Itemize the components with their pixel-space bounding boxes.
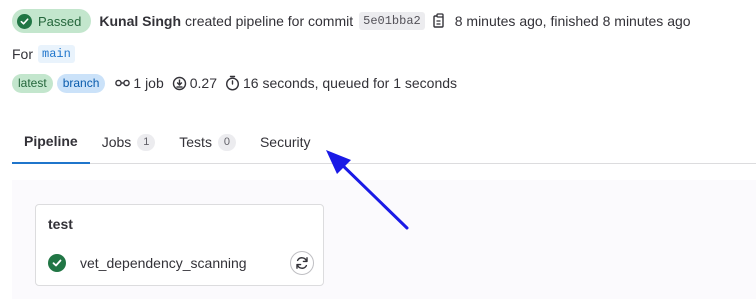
stage-title: test <box>48 216 73 232</box>
branch-link[interactable]: main <box>38 45 75 63</box>
tab-tests[interactable]: Tests 0 <box>167 120 248 164</box>
action-text: created pipeline for commit <box>185 13 354 29</box>
tab-label: Jobs <box>101 134 132 150</box>
check-circle-icon <box>17 13 32 29</box>
jobs-count-badge: 1 <box>137 133 156 151</box>
author-link[interactable]: Kunal Singh <box>99 13 181 29</box>
latest-badge[interactable]: latest <box>12 73 53 93</box>
tab-label: Pipeline <box>24 133 78 149</box>
status-label: Passed <box>38 13 82 29</box>
stage-card: test vet_dependency_scanning <box>35 204 324 286</box>
coverage-icon <box>172 76 186 90</box>
duration-text: 16 seconds, queued for 1 seconds <box>243 75 458 91</box>
pipeline-tabs: Pipeline Jobs 1 Tests 0 Security <box>12 120 756 164</box>
pipeline-header: Passed Kunal Singh created pipeline for … <box>12 9 691 33</box>
retry-button[interactable] <box>290 251 314 275</box>
branch-badge[interactable]: branch <box>56 73 106 93</box>
tab-security[interactable]: Security <box>248 120 323 164</box>
pipeline-icon <box>115 79 131 87</box>
status-badge[interactable]: Passed <box>12 9 92 33</box>
tests-count-badge: 0 <box>217 133 236 151</box>
commit-sha[interactable]: 5e01bba2 <box>359 12 425 30</box>
jobs-meta: 1 job <box>115 75 164 91</box>
timer-icon <box>225 75 240 91</box>
success-status-icon <box>48 254 66 272</box>
job-item[interactable]: vet_dependency_scanning <box>48 251 314 275</box>
duration-meta: 16 seconds, queued for 1 seconds <box>225 75 457 91</box>
ref-prefix: For <box>12 46 33 62</box>
tab-label: Tests <box>179 134 212 150</box>
jobs-count: 1 job <box>133 75 164 91</box>
ref-row: For main <box>12 44 75 64</box>
job-name[interactable]: vet_dependency_scanning <box>80 255 247 271</box>
tab-pipeline[interactable]: Pipeline <box>12 120 90 164</box>
coverage-meta: 0.27 <box>172 75 217 91</box>
coverage-value: 0.27 <box>189 75 217 91</box>
tab-jobs[interactable]: Jobs 1 <box>90 120 168 164</box>
copy-icon[interactable] <box>433 13 447 29</box>
retry-icon <box>296 257 308 269</box>
timing-text: 8 minutes ago, finished 8 minutes ago <box>454 13 691 29</box>
tab-label: Security <box>259 134 311 150</box>
pipeline-meta: latest branch 1 job 0.27 16 seconds, que… <box>12 73 457 93</box>
